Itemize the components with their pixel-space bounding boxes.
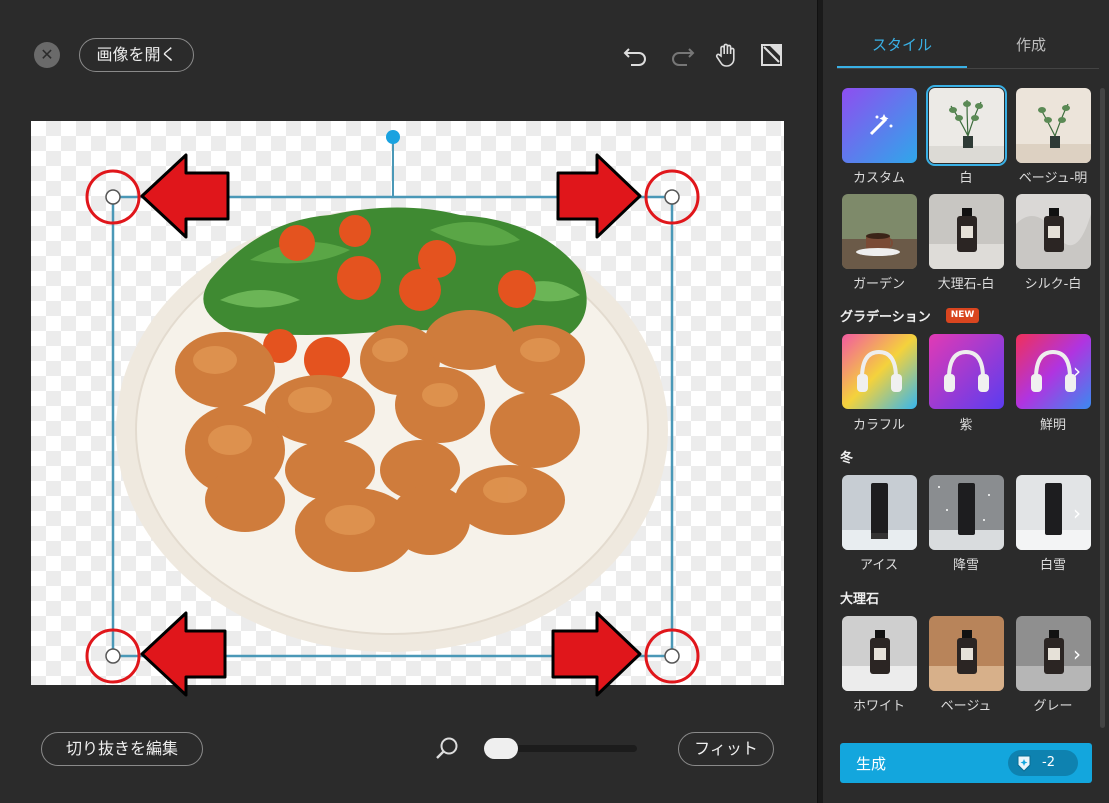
style-thumb-snowfall[interactable] [929,475,1004,550]
close-icon: ✕ [40,45,54,64]
undo-icon[interactable] [621,40,651,70]
style-thumb-marble-white[interactable] [929,194,1004,269]
style-thumb-white[interactable] [926,85,1007,166]
style-label-marble-white-2: ホワイト [852,699,905,714]
style-label-purple: 紫 [959,418,973,433]
credit-badge: -2 [1008,750,1078,776]
style-thumb-marble-beige[interactable] [929,616,1004,691]
style-label-silk-white: シルク-白 [1024,277,1082,292]
close-button[interactable]: ✕ [34,42,60,68]
style-thumb-custom[interactable] [842,88,917,163]
style-thumb-purple[interactable] [929,334,1004,409]
style-label-marble-white: 大理石-白 [937,277,995,292]
style-thumb-beige-light[interactable] [1016,88,1091,163]
new-badge: NEW [946,308,979,323]
credit-value: -2 [1042,755,1055,770]
tab-active-indicator [837,66,967,68]
style-label-white-snow: 白雪 [1039,558,1066,573]
chevron-right-icon[interactable]: › [1068,500,1086,526]
style-thumb-silk-white[interactable] [1016,194,1091,269]
edit-cutout-button[interactable]: 切り抜きを編集 [41,732,203,766]
fit-button[interactable]: フィット [678,732,774,766]
zoom-icon [433,735,461,763]
style-thumb-marble-white-2[interactable] [842,616,917,691]
hand-icon[interactable] [712,40,742,70]
tab-style[interactable]: スタイル [837,34,967,55]
style-thumb-ice[interactable] [842,475,917,550]
style-label-marble-gray: グレー [1033,699,1073,714]
style-panel: スタイル 作成 カスタム 白 ベージュ-明 ガーデン 大理石-白 シルク-白 グ… [823,0,1109,803]
credit-icon [1017,755,1031,772]
eraser-icon[interactable] [757,40,787,70]
tab-divider [837,68,1099,69]
style-label-white: 白 [959,171,973,186]
generate-button[interactable]: 生成 -2 [840,743,1092,783]
section-title-gradient: グラデーション [840,310,931,325]
style-thumb-colorful[interactable] [842,334,917,409]
generate-label: 生成 [856,755,887,773]
section-title-winter: 冬 [840,451,854,466]
style-thumb-garden[interactable] [842,194,917,269]
tab-create[interactable]: 作成 [966,34,1096,55]
redo-icon[interactable] [667,40,697,70]
style-label-vivid: 鮮明 [1039,418,1066,433]
style-label-colorful: カラフル [852,418,905,433]
style-label-ice: アイス [860,558,898,573]
image-canvas[interactable] [31,121,784,685]
panel-scrollbar[interactable] [1100,88,1105,728]
chevron-right-icon[interactable]: › [1068,641,1086,667]
style-label-beige-light: ベージュ-明 [1018,171,1088,186]
style-label-garden: ガーデン [852,277,905,292]
zoom-slider-thumb[interactable] [484,738,518,759]
style-label-snowfall: 降雪 [952,558,979,573]
section-title-marble: 大理石 [840,592,880,607]
editor-area: ✕ 画像を開く 切り抜きを編集 フィット [0,0,818,803]
style-label-marble-beige: ベージュ [940,699,992,714]
open-image-button[interactable]: 画像を開く [79,38,194,72]
style-label-custom: カスタム [852,171,905,186]
chevron-right-icon[interactable]: › [1068,358,1086,384]
